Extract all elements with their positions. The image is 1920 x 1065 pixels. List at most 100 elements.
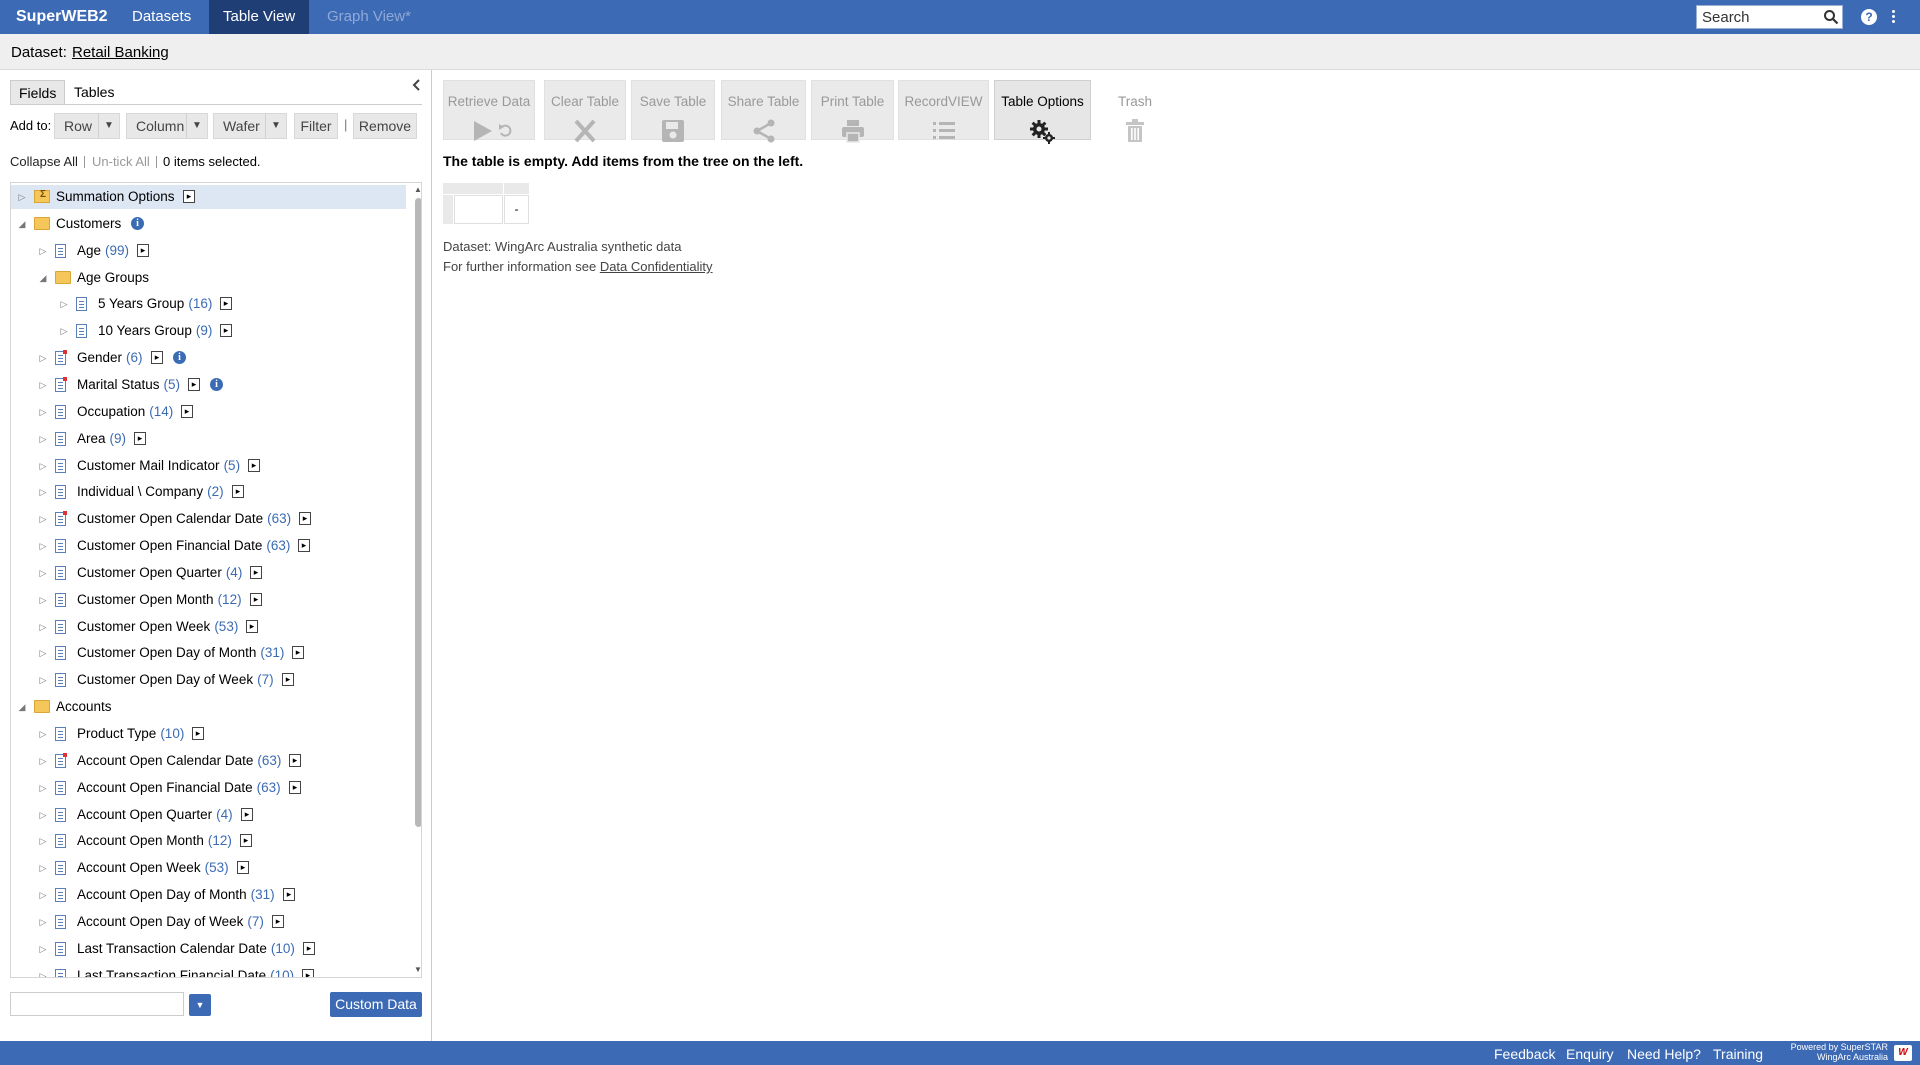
expand-node-icon[interactable]: ▷	[38, 783, 48, 793]
tree-row[interactable]: ▷ Marital Status (5) ▸ i	[11, 373, 406, 397]
save-table-button[interactable]: Save Table	[631, 80, 715, 142]
tree-item-label[interactable]: Account Open Calendar Date (63)	[77, 753, 281, 768]
info-icon[interactable]: i	[210, 377, 223, 391]
tree-row[interactable]: ▷ Last Transaction Financial Date (10) ▸	[11, 964, 406, 977]
tree-row[interactable]: ▷ Customer Open Calendar Date (63) ▸	[11, 507, 406, 531]
need-help-link[interactable]: Need Help?	[1627, 1046, 1701, 1062]
expand-node-icon[interactable]: ▷	[38, 487, 48, 497]
tree-row[interactable]: ▷ 5 Years Group (16) ▸	[11, 292, 406, 316]
print-table-button[interactable]: Print Table	[811, 80, 894, 143]
tree-item-label[interactable]: Customer Open Day of Week (7)	[77, 672, 274, 687]
add-item-arrow-icon[interactable]: ▸	[137, 243, 149, 257]
tree-item-label[interactable]: Occupation (14)	[77, 404, 173, 419]
row-dropdown[interactable]: Row ▼	[54, 113, 120, 139]
scroll-down-icon[interactable]: ▼	[413, 965, 421, 975]
expand-node-icon[interactable]: ▷	[38, 246, 48, 256]
tree-item-label[interactable]: 5 Years Group (16)	[98, 296, 212, 311]
info-icon[interactable]: i	[131, 216, 144, 230]
tree-row[interactable]: ▷ Account Open Day of Week (7) ▸	[11, 910, 406, 934]
expand-node-icon[interactable]: ▷	[38, 863, 48, 873]
tree-item-label[interactable]: Gender (6)	[77, 350, 143, 365]
expand-node-icon[interactable]: ▷	[38, 353, 48, 363]
training-link[interactable]: Training	[1713, 1046, 1763, 1062]
dataset-name-link[interactable]: Retail Banking	[72, 44, 169, 61]
add-item-arrow-icon[interactable]: ▸	[250, 592, 262, 606]
tree-row[interactable]: ◢ Age Groups	[11, 266, 406, 290]
tree-row[interactable]: ▷ Account Open Calendar Date (63) ▸	[11, 749, 406, 773]
tree-row[interactable]: ▷ Customer Open Week (53) ▸	[11, 615, 406, 639]
tree-row[interactable]: ▷ Account Open Quarter (4) ▸	[11, 803, 406, 827]
expand-node-icon[interactable]: ▷	[38, 675, 48, 685]
expand-node-icon[interactable]: ▷	[38, 836, 48, 846]
tree-item-label[interactable]: Customer Mail Indicator (5)	[77, 458, 240, 473]
trash-button[interactable]: Trash	[1095, 80, 1175, 142]
tab-table-view[interactable]: Table View	[209, 0, 310, 34]
collapse-panel-icon[interactable]	[410, 78, 424, 92]
add-item-arrow-icon[interactable]: ▸	[289, 780, 301, 794]
add-item-arrow-icon[interactable]: ▸	[241, 807, 253, 821]
add-item-arrow-icon[interactable]: ▸	[151, 351, 163, 365]
add-item-arrow-icon[interactable]: ▸	[302, 968, 314, 977]
tree-row[interactable]: ▷ Account Open Financial Date (63) ▸	[11, 776, 406, 800]
tree-row[interactable]: ◢ Accounts	[11, 695, 406, 719]
chevron-down-icon[interactable]: ▼	[189, 994, 211, 1016]
collapse-node-icon[interactable]: ◢	[38, 273, 48, 283]
tree-item-label[interactable]: Summation Options	[56, 189, 175, 204]
tree-row[interactable]: ▷ Last Transaction Calendar Date (10) ▸	[11, 937, 406, 961]
tree-item-label[interactable]: Account Open Financial Date (63)	[77, 780, 281, 795]
chevron-down-icon[interactable]: ▼	[98, 114, 119, 138]
tree-row[interactable]: ▷ Product Type (10) ▸	[11, 722, 406, 746]
expand-node-icon[interactable]: ▷	[59, 326, 69, 336]
tree-item-label[interactable]: Last Transaction Financial Date (10)	[77, 968, 294, 977]
search-icon[interactable]	[1823, 9, 1839, 25]
tree-item-label[interactable]: Customer Open Month (12)	[77, 592, 242, 607]
tree-row[interactable]: ▷ Account Open Week (53) ▸	[11, 856, 406, 880]
add-item-arrow-icon[interactable]: ▸	[283, 888, 295, 902]
tree-row[interactable]: ▷ 10 Years Group (9) ▸	[11, 319, 406, 343]
chevron-down-icon[interactable]: ▼	[186, 114, 207, 138]
custom-data-input[interactable]	[10, 992, 184, 1016]
tree-item-label[interactable]: Age (99)	[77, 243, 129, 258]
wafer-dropdown[interactable]: Wafer ▼	[213, 113, 287, 139]
tree-item-label[interactable]: Age Groups	[77, 270, 149, 285]
add-item-arrow-icon[interactable]: ▸	[183, 190, 195, 203]
tree-row[interactable]: ▷ Occupation (14) ▸	[11, 400, 406, 424]
tree-item-label[interactable]: Customer Open Day of Month (31)	[77, 645, 284, 660]
tree-item-label[interactable]: Account Open Week (53)	[77, 860, 229, 875]
collapse-node-icon[interactable]: ◢	[17, 702, 27, 712]
add-item-arrow-icon[interactable]: ▸	[298, 539, 310, 553]
filter-button[interactable]: Filter	[294, 113, 338, 139]
collapse-all-link[interactable]: Collapse All	[10, 154, 78, 169]
tree-item-label[interactable]: Customers	[56, 216, 121, 231]
untick-all-link[interactable]: Un-tick All	[92, 154, 150, 169]
tree-row[interactable]: ▷ Account Open Month (12) ▸	[11, 829, 406, 853]
expand-node-icon[interactable]: ▷	[17, 192, 27, 202]
tree-row[interactable]: ▷ Customer Open Month (12) ▸	[11, 588, 406, 612]
tree-item-label[interactable]: Account Open Quarter (4)	[77, 807, 233, 822]
expand-node-icon[interactable]: ▷	[38, 434, 48, 444]
tab-datasets[interactable]: Datasets	[118, 0, 205, 34]
tree-row[interactable]: ▷ Customer Open Day of Month (31) ▸	[11, 641, 406, 665]
add-item-arrow-icon[interactable]: ▸	[246, 619, 258, 633]
recordview-button[interactable]: RecordVIEW	[898, 80, 989, 140]
expand-node-icon[interactable]: ▷	[38, 568, 48, 578]
expand-node-icon[interactable]: ▷	[38, 971, 48, 977]
expand-node-icon[interactable]: ▷	[38, 407, 48, 417]
add-item-arrow-icon[interactable]: ▸	[289, 753, 301, 767]
expand-node-icon[interactable]: ▷	[38, 648, 48, 658]
expand-node-icon[interactable]: ▷	[38, 461, 48, 471]
tree-row[interactable]: ▷ Customer Open Day of Week (7) ▸	[11, 668, 406, 692]
expand-node-icon[interactable]: ▷	[38, 380, 48, 390]
add-item-arrow-icon[interactable]: ▸	[272, 914, 284, 928]
clear-table-button[interactable]: Clear Table	[544, 80, 626, 143]
expand-node-icon[interactable]: ▷	[38, 514, 48, 524]
tree-row[interactable]: ◢ Customers i	[11, 212, 406, 236]
enquiry-link[interactable]: Enquiry	[1566, 1046, 1613, 1062]
tree-row[interactable]: ▷ Gender (6) ▸ i	[11, 346, 406, 370]
tree-item-label[interactable]: Customer Open Financial Date (63)	[77, 538, 290, 553]
tree-item-label[interactable]: Account Open Month (12)	[77, 833, 232, 848]
expand-node-icon[interactable]: ▷	[38, 622, 48, 632]
scroll-up-icon[interactable]: ▲	[413, 185, 421, 195]
add-item-arrow-icon[interactable]: ▸	[192, 727, 204, 740]
tree-scrollbar[interactable]: ▲ ▼	[413, 183, 421, 977]
